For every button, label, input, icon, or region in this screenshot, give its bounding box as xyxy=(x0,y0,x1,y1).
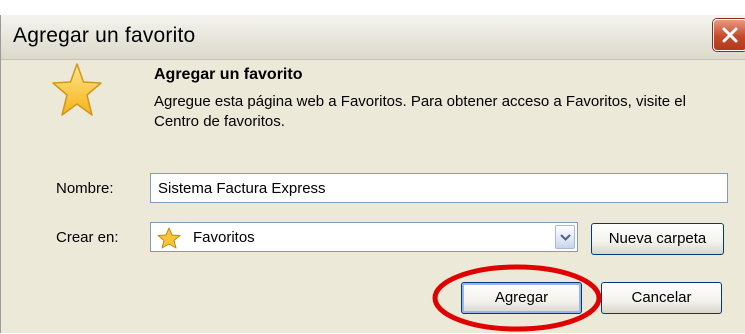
name-label: Nombre: xyxy=(56,180,114,197)
name-input[interactable]: Sistema Factura Express xyxy=(150,173,728,203)
favorites-folder-star-icon xyxy=(157,227,181,249)
cancel-button[interactable]: Cancelar xyxy=(601,282,722,314)
window-title: Agregar un favorito xyxy=(13,24,196,47)
create-in-label: Crear en: xyxy=(56,229,119,246)
title-bar[interactable]: Agregar un favorito xyxy=(1,15,745,60)
create-in-select[interactable]: Favoritos xyxy=(150,222,578,252)
close-button[interactable] xyxy=(713,19,745,51)
create-in-value: Favoritos xyxy=(193,229,255,246)
close-icon xyxy=(722,27,738,43)
highlight-circle xyxy=(432,264,602,332)
new-folder-button[interactable]: Nueva carpeta xyxy=(591,223,724,255)
dialog-description: Agregue esta página web a Favoritos. Par… xyxy=(154,93,686,130)
dialog-heading: Agregar un favorito xyxy=(154,66,303,83)
chevron-down-icon xyxy=(560,234,571,241)
dropdown-button[interactable] xyxy=(555,225,575,249)
favorites-star-icon xyxy=(52,63,102,116)
